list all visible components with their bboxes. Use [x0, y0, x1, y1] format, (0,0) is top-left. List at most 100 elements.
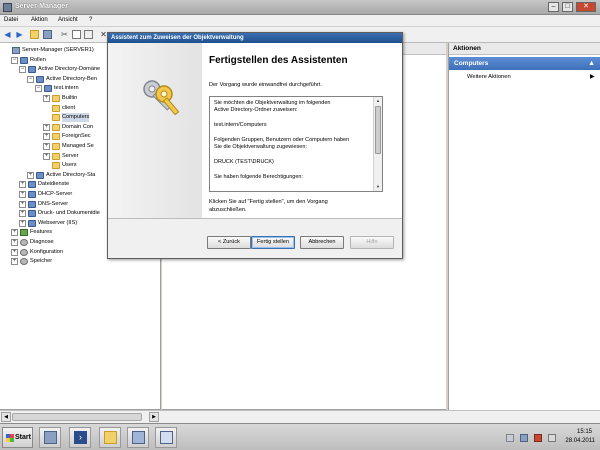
menu-aktion[interactable]: Aktion: [31, 17, 48, 23]
forward-arrow-icon[interactable]: ▶: [15, 30, 24, 39]
tree-item-label: Active Directory-Domäne: [38, 66, 101, 73]
menu-datei[interactable]: Datei: [4, 17, 18, 23]
finish-button[interactable]: Fertig stellen: [251, 236, 295, 249]
ad-users-icon: [132, 431, 145, 444]
summary-textbox[interactable]: Sie möchten die Objektverwaltung im folg…: [209, 96, 383, 192]
folder-icon: [52, 152, 60, 160]
finish-hint-line-2: abzuschließen.: [209, 207, 247, 213]
horizontal-scrollbar[interactable]: ◀ ▶: [0, 410, 600, 423]
role-icon: [20, 56, 28, 64]
back-button[interactable]: < Zurück: [207, 236, 251, 249]
taskbar-powershell-button[interactable]: ›: [69, 427, 91, 448]
expand-icon[interactable]: +: [19, 210, 26, 218]
scroll-thumb[interactable]: [12, 413, 142, 421]
flag-icon[interactable]: [506, 434, 514, 442]
tree-item-label: DNS-Server: [38, 200, 69, 207]
collapse-icon[interactable]: −: [35, 85, 42, 93]
expand-icon[interactable]: +: [43, 95, 50, 102]
scroll-up-icon[interactable]: ▲: [374, 97, 382, 105]
scroll-left-icon[interactable]: ◀: [1, 412, 11, 422]
copy-icon[interactable]: [72, 30, 81, 39]
summary-line: DRUCK (TEST\DRUCK): [214, 159, 274, 166]
delegation-wizard-dialog: Assistent zum Zuweisen der Objektverwalt…: [107, 32, 403, 259]
window-icon: [160, 431, 173, 444]
server-icon: [12, 47, 20, 54]
tree-item-label: Server: [62, 152, 79, 159]
wizard-titlebar[interactable]: Assistent zum Zuweisen der Objektverwalt…: [108, 33, 402, 43]
folder-icon: [52, 123, 60, 131]
help-button: Hilfe: [350, 236, 394, 249]
network-icon[interactable]: [520, 434, 528, 442]
menu-help[interactable]: ?: [89, 17, 92, 23]
role-icon: [28, 191, 36, 198]
expand-icon[interactable]: +: [43, 152, 50, 160]
expand-icon[interactable]: +: [19, 200, 26, 208]
clock-time[interactable]: 15:15: [577, 429, 592, 435]
expand-icon[interactable]: +: [11, 248, 18, 256]
minimize-button[interactable]: –: [548, 2, 559, 12]
window-titlebar[interactable]: Server-Manager – □ ✕: [0, 0, 600, 15]
role-icon: [28, 219, 36, 227]
wizard-banner: [108, 43, 202, 218]
expand-icon[interactable]: +: [43, 133, 50, 141]
show-hide-tree-icon[interactable]: [43, 30, 52, 39]
tree-item-label: Diagnose: [30, 239, 54, 245]
scroll-down-icon[interactable]: ▼: [374, 183, 382, 191]
back-arrow-icon[interactable]: ◀: [3, 30, 12, 39]
expand-icon[interactable]: +: [19, 191, 26, 198]
role-icon: [36, 171, 44, 179]
paste-icon[interactable]: [84, 30, 93, 39]
window-title: Server-Manager: [15, 3, 68, 10]
folder-icon: [52, 143, 60, 150]
summary-line: test.intern/Computers: [214, 122, 267, 129]
tree-item-label: Active Directory-Sta: [46, 171, 96, 178]
alert-icon[interactable]: [534, 434, 542, 442]
taskbar-window-button[interactable]: [155, 427, 177, 448]
taskbar-explorer-button[interactable]: [99, 427, 121, 448]
volume-icon[interactable]: [548, 434, 556, 442]
expand-icon[interactable]: +: [19, 219, 26, 227]
folder-icon: [52, 95, 60, 102]
cut-icon[interactable]: ✂: [60, 30, 69, 39]
more-actions-link[interactable]: Weitere Aktionen: [467, 74, 511, 80]
summary-scrollbar[interactable]: ▲ ▼: [373, 97, 382, 191]
gear-icon: [20, 248, 28, 256]
summary-line: Folgenden Gruppen, Benutzern oder Comput…: [214, 137, 350, 143]
menu-ansicht[interactable]: Ansicht: [58, 17, 78, 23]
maximize-button[interactable]: □: [562, 2, 573, 12]
submenu-arrow-icon[interactable]: ▶: [590, 73, 595, 80]
expand-icon[interactable]: +: [43, 123, 50, 131]
role-icon: [44, 85, 52, 93]
wizard-heading: Fertigstellen des Assistenten: [209, 55, 348, 66]
wizard-footer: < Zurück Fertig stellen Abbrechen Hilfe: [108, 219, 402, 258]
expand-icon[interactable]: +: [11, 239, 18, 246]
collapse-icon[interactable]: −: [19, 66, 26, 74]
folder-icon: [52, 162, 60, 170]
tree-item-label: Druck- und Dokumentdie: [38, 210, 100, 217]
role-icon: [28, 200, 36, 208]
up-folder-icon[interactable]: [30, 30, 39, 39]
summary-scroll-thumb[interactable]: [375, 106, 381, 154]
taskbar-ad-users-button[interactable]: [127, 427, 149, 448]
summary-line: Sie haben folgende Berechtigungen:: [214, 174, 303, 180]
tree-item-label: DHCP-Server: [38, 191, 73, 197]
collapse-arrow-icon[interactable]: ▲: [588, 57, 595, 70]
expand-icon[interactable]: +: [27, 171, 34, 179]
expand-icon[interactable]: +: [11, 258, 18, 266]
keys-icon: [143, 80, 180, 116]
collapse-icon[interactable]: −: [27, 75, 34, 83]
close-button[interactable]: ✕: [576, 2, 596, 12]
clock-date[interactable]: 28.04.2011: [565, 438, 595, 444]
taskbar-server-manager-button[interactable]: [39, 427, 61, 448]
scroll-right-icon[interactable]: ▶: [149, 412, 159, 422]
wizard-intro-text: Der Vorgang wurde einwandfrei durchgefüh…: [209, 82, 322, 88]
role-icon: [28, 181, 36, 189]
expand-icon[interactable]: +: [19, 181, 26, 189]
cancel-button[interactable]: Abbrechen: [300, 236, 344, 249]
collapse-icon[interactable]: −: [11, 56, 18, 64]
expand-icon[interactable]: +: [11, 229, 18, 237]
explorer-folder-icon: [104, 431, 117, 444]
expand-icon[interactable]: +: [43, 143, 50, 150]
start-button[interactable]: Start: [2, 427, 33, 448]
actions-section-computers[interactable]: Computers ▲: [449, 57, 600, 70]
